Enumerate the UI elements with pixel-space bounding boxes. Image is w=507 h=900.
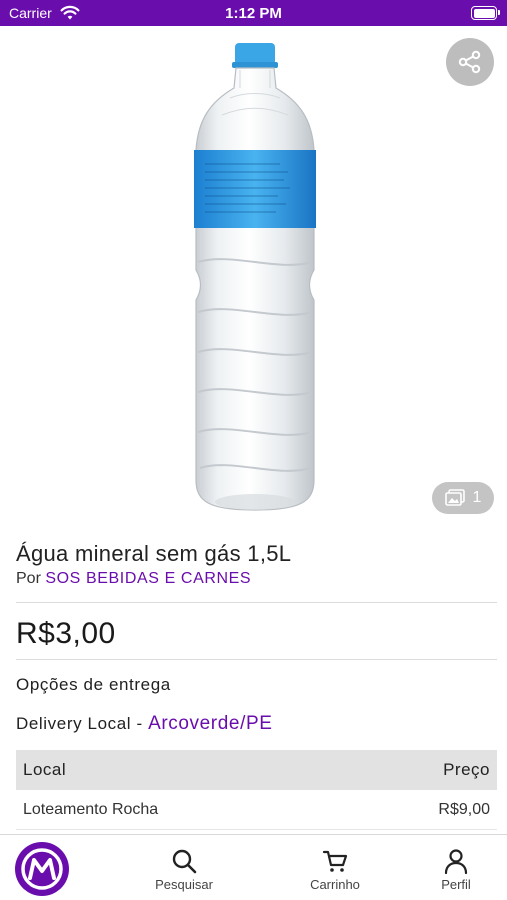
tab-cart-label: Carrinho: [310, 877, 360, 892]
seller-prefix: Por: [16, 570, 41, 587]
share-button[interactable]: [446, 38, 494, 86]
share-icon: [458, 50, 481, 74]
tab-profile-label: Perfil: [441, 877, 471, 892]
table-header: Local Preço: [16, 750, 497, 790]
battery-icon: [471, 6, 500, 20]
tab-bar: Pesquisar Carrinho Perfil: [0, 834, 507, 900]
tab-search[interactable]: Pesquisar: [140, 835, 228, 900]
image-count: 1: [472, 489, 482, 506]
delivery-table: Local Preço Loteamento Rocha R$9,00: [16, 750, 497, 830]
delivery-city: Arcoverde/PE: [148, 713, 273, 734]
image-gallery-badge[interactable]: 1: [432, 482, 494, 514]
seller-name-link[interactable]: SOS BEBIDAS E CARNES: [45, 570, 251, 587]
photos-icon: [444, 489, 465, 506]
delivery-type: Delivery Local - Arcoverde/PE: [16, 713, 273, 735]
divider: [16, 602, 497, 603]
divider: [16, 659, 497, 660]
column-header-price: Preço: [443, 760, 490, 779]
user-icon: [444, 849, 468, 875]
tab-cart[interactable]: Carrinho: [291, 835, 379, 900]
status-bar: Carrier 1:12 PM: [0, 0, 507, 26]
tab-profile[interactable]: Perfil: [412, 835, 500, 900]
product-price: R$3,00: [16, 617, 116, 650]
table-row: Loteamento Rocha R$9,00: [16, 790, 497, 830]
brand-logo-icon: [21, 848, 63, 890]
row-local: Loteamento Rocha: [23, 800, 159, 818]
product-title: Água mineral sem gás 1,5L: [16, 541, 292, 566]
delivery-type-label: Delivery Local -: [16, 714, 149, 733]
column-header-local: Local: [23, 760, 67, 779]
delivery-options-label: Opções de entrega: [16, 675, 171, 694]
search-icon: [172, 849, 197, 874]
clock: 1:12 PM: [225, 5, 282, 22]
row-price: R$9,00: [438, 800, 490, 818]
home-logo-button[interactable]: [15, 842, 69, 896]
seller-line: Por SOS BEBIDAS E CARNES: [16, 570, 251, 588]
product-image[interactable]: [150, 40, 360, 515]
cart-icon: [322, 850, 348, 872]
tab-search-label: Pesquisar: [155, 877, 213, 892]
